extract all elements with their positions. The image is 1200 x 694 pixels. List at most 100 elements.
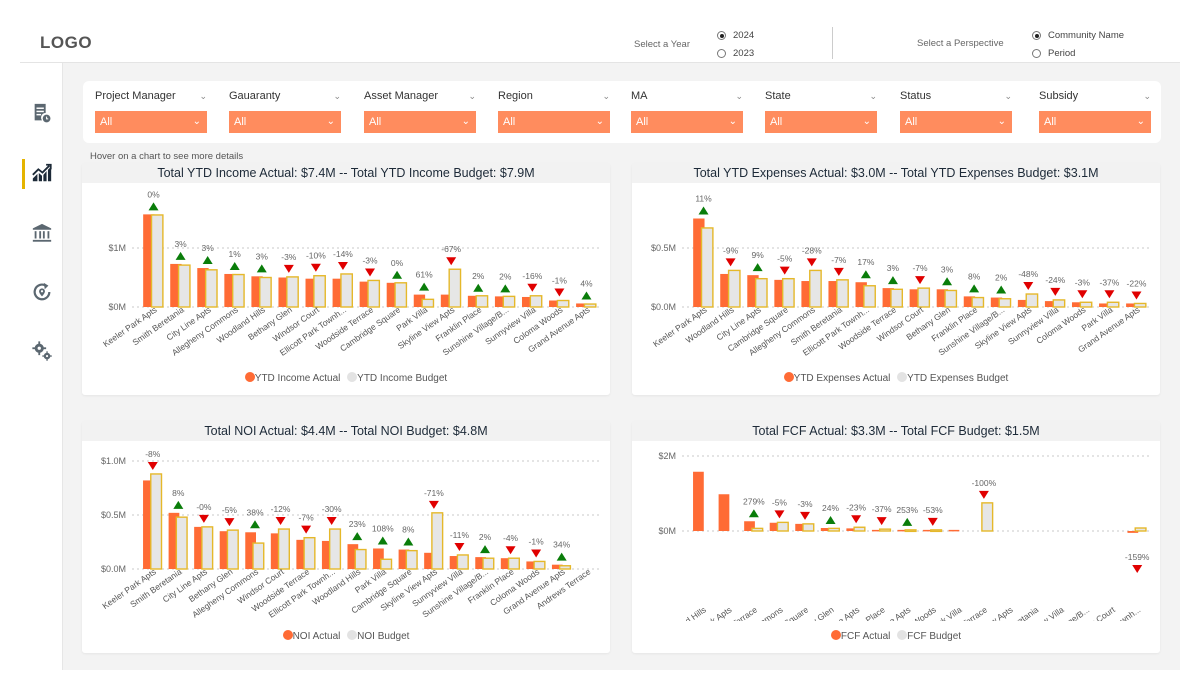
bar-budget[interactable]: [431, 512, 444, 570]
year-option-2023[interactable]: 2023: [717, 48, 754, 59]
bar-budget[interactable]: [700, 227, 714, 308]
legend-item-budget[interactable]: NOI Budget: [347, 630, 409, 642]
filter-dropdown[interactable]: All ⌄: [1039, 111, 1151, 133]
sidebar-item-settings[interactable]: [20, 333, 63, 369]
bar-actual[interactable]: [693, 471, 704, 531]
filter-dropdown[interactable]: All ⌄: [364, 111, 476, 133]
perspective-option-community-name[interactable]: Community Name: [1032, 30, 1124, 41]
bar-budget[interactable]: [878, 528, 892, 532]
bar-budget[interactable]: [917, 287, 931, 308]
chevron-down-icon[interactable]: ⌄: [863, 111, 871, 133]
bar-budget[interactable]: [782, 277, 795, 308]
bar-budget[interactable]: [1134, 527, 1147, 532]
filter-dropdown[interactable]: All ⌄: [229, 111, 341, 133]
radio-unselected-icon[interactable]: [717, 49, 726, 58]
chevron-down-icon[interactable]: ⌄: [199, 87, 207, 105]
bar-budget[interactable]: [890, 288, 904, 308]
bar-budget[interactable]: [201, 526, 214, 570]
filter-label[interactable]: Status ⌄: [900, 87, 1012, 105]
filter-label[interactable]: Region ⌄: [498, 87, 610, 105]
filter-dropdown[interactable]: All ⌄: [765, 111, 877, 133]
chevron-down-icon[interactable]: ⌄: [998, 111, 1006, 133]
radio-unselected-icon[interactable]: [1032, 49, 1041, 58]
bar-budget[interactable]: [226, 529, 239, 570]
bar-budget[interactable]: [836, 279, 849, 308]
chevron-down-icon[interactable]: ⌄: [602, 87, 610, 105]
chart-card-income[interactable]: Total YTD Income Actual: $7.4M -- Total …: [82, 163, 610, 395]
filter-label[interactable]: Asset Manager ⌄: [364, 87, 476, 105]
bar-actual[interactable]: [718, 494, 730, 531]
filter-dropdown[interactable]: All ⌄: [95, 111, 207, 133]
chevron-down-icon[interactable]: ⌄: [596, 111, 604, 133]
chevron-down-icon[interactable]: ⌄: [193, 111, 201, 133]
bar-budget[interactable]: [340, 273, 354, 308]
chevron-down-icon[interactable]: ⌄: [1004, 87, 1012, 105]
filter-label[interactable]: State ⌄: [765, 87, 877, 105]
bar-budget[interactable]: [277, 528, 290, 570]
expenses-chart-svg[interactable]: $0.0M$0.5M11%Keeler Park Apts-9%Woodland…: [632, 163, 1160, 363]
bar-budget[interactable]: [754, 277, 768, 308]
bar-budget[interactable]: [150, 473, 163, 570]
filter-region[interactable]: Region ⌄ All ⌄: [498, 87, 610, 133]
sidebar-item-report[interactable]: [20, 95, 63, 131]
bar-budget[interactable]: [405, 549, 418, 570]
bar-budget[interactable]: [944, 289, 958, 308]
bar-budget[interactable]: [930, 529, 943, 533]
year-option-2024[interactable]: 2024: [717, 30, 754, 41]
chevron-down-icon[interactable]: ⌄: [1137, 111, 1145, 133]
chevron-down-icon[interactable]: ⌄: [1143, 87, 1151, 105]
sidebar-item-refresh-location[interactable]: [20, 274, 63, 310]
filter-label[interactable]: Gauaranty ⌄: [229, 87, 341, 105]
legend-item-actual[interactable]: YTD Expenses Actual: [783, 372, 890, 384]
filter-ma[interactable]: MA ⌄ All ⌄: [631, 87, 743, 133]
bar-budget[interactable]: [809, 269, 822, 308]
bar-budget[interactable]: [232, 273, 245, 308]
bar-budget[interactable]: [776, 521, 789, 532]
filter-label[interactable]: Project Manager ⌄: [95, 87, 207, 105]
filter-dropdown[interactable]: All ⌄: [498, 111, 610, 133]
legend-item-budget[interactable]: YTD Income Budget: [347, 372, 447, 384]
chart-card-expenses[interactable]: Total YTD Expenses Actual: $3.0M -- Tota…: [632, 163, 1160, 395]
filter-project-manager[interactable]: Project Manager ⌄ All ⌄: [95, 87, 207, 133]
bar-budget[interactable]: [751, 527, 764, 532]
perspective-option-period[interactable]: Period: [1032, 48, 1075, 59]
bar-budget[interactable]: [328, 528, 342, 570]
bar-budget[interactable]: [204, 269, 218, 308]
radio-selected-icon[interactable]: [1032, 31, 1041, 40]
filter-label[interactable]: MA ⌄: [631, 87, 743, 105]
fcf-chart-svg[interactable]: $0M$2MWoodland HillsKeeler Park Apts279%…: [632, 421, 1160, 621]
bar-budget[interactable]: [177, 264, 191, 308]
chevron-down-icon[interactable]: ⌄: [333, 87, 341, 105]
legend-item-budget[interactable]: YTD Expenses Budget: [897, 372, 1008, 384]
chart-card-fcf[interactable]: Total FCF Actual: $3.3M -- Total FCF Bud…: [632, 421, 1160, 653]
sidebar-item-bank[interactable]: [20, 215, 63, 251]
radio-selected-icon[interactable]: [717, 31, 726, 40]
bar-budget[interactable]: [313, 275, 326, 308]
bar-budget[interactable]: [150, 214, 164, 308]
bar-budget[interactable]: [727, 269, 741, 308]
bar-budget[interactable]: [448, 268, 462, 308]
bar-budget[interactable]: [853, 526, 866, 532]
bar-budget[interactable]: [367, 279, 381, 308]
legend-item-actual[interactable]: NOI Actual: [282, 630, 340, 642]
income-chart-svg[interactable]: $0M$1M0%Keeler Park Apts3%Smith Beretani…: [82, 163, 610, 363]
bar-budget[interactable]: [904, 529, 917, 533]
filter-subsidy[interactable]: Subsidy ⌄ All ⌄: [1039, 87, 1151, 133]
filter-gauaranty[interactable]: Gauaranty ⌄ All ⌄: [229, 87, 341, 133]
bar-budget[interactable]: [303, 536, 316, 570]
bar-budget[interactable]: [981, 502, 994, 532]
filter-label[interactable]: Subsidy ⌄: [1039, 87, 1151, 105]
chevron-down-icon[interactable]: ⌄: [729, 111, 737, 133]
filter-status[interactable]: Status ⌄ All ⌄: [900, 87, 1012, 133]
legend-item-actual[interactable]: FCF Actual: [830, 630, 890, 642]
bar-budget[interactable]: [827, 527, 840, 532]
bar-budget[interactable]: [175, 516, 188, 570]
bar-budget[interactable]: [259, 276, 272, 308]
filter-dropdown[interactable]: All ⌄: [631, 111, 743, 133]
chevron-down-icon[interactable]: ⌄: [735, 87, 743, 105]
filter-dropdown[interactable]: All ⌄: [900, 111, 1012, 133]
chart-card-noi[interactable]: Total NOI Actual: $4.4M -- Total NOI Bud…: [82, 421, 610, 653]
legend-item-budget[interactable]: FCF Budget: [897, 630, 961, 642]
bar-budget[interactable]: [802, 523, 815, 532]
chevron-down-icon[interactable]: ⌄: [468, 87, 476, 105]
